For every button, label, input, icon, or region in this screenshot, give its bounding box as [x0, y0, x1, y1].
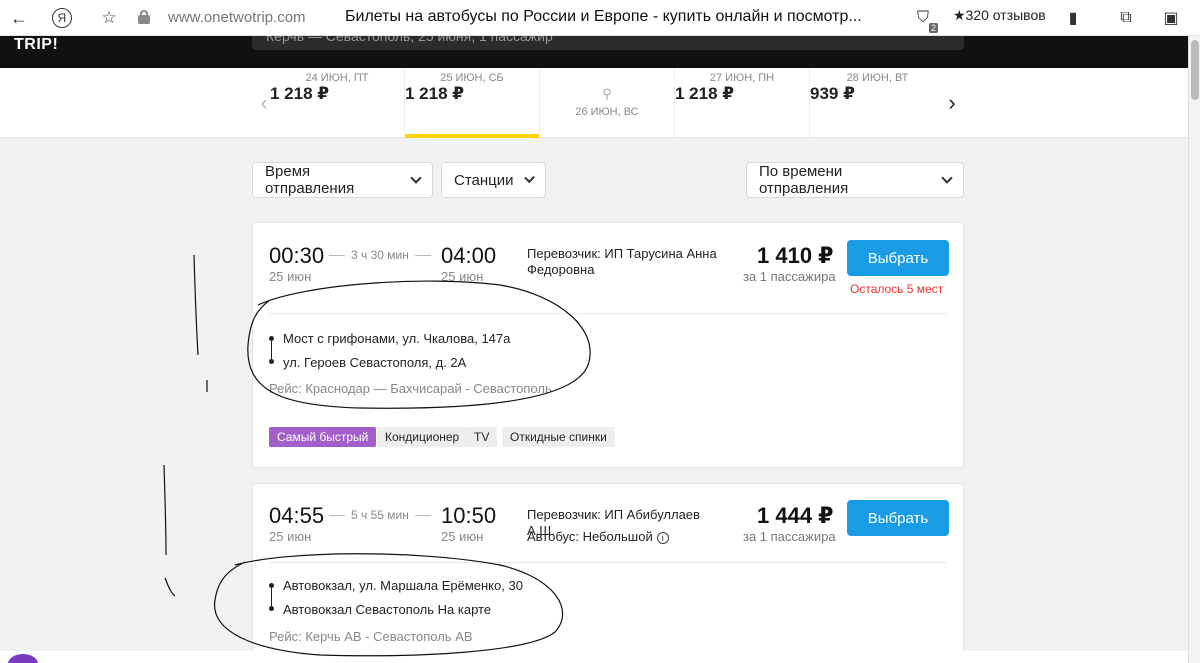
date-label: 28 июн, вт	[846, 72, 909, 84]
page-scrollbar[interactable]	[1188, 36, 1200, 663]
departure-time: 00:30	[269, 243, 325, 268]
arrival-date: 25 июн	[441, 269, 484, 284]
stop-dot	[269, 606, 274, 611]
seats-left-warning: Осталось 5 мест	[850, 282, 944, 296]
arrival-stop: Автовокзал Севастополь На карте	[283, 602, 491, 617]
bookmark-icon[interactable]: ▮	[1062, 7, 1084, 29]
map-link[interactable]: На карте	[438, 602, 491, 617]
departure-date: 25 июн	[269, 269, 312, 284]
chevron-down-icon	[410, 172, 422, 184]
arrival-stop: ул. Героев Севастополя, д. 2А	[283, 355, 467, 370]
amenity-tag: TV	[466, 427, 498, 447]
site-logo[interactable]: TRIP!	[14, 36, 58, 54]
route-info: Рейс: Краснодар — Бахчисарай - Севастопо…	[269, 381, 552, 396]
duration-text: 3 ч 30 мин	[351, 248, 409, 262]
arrival-time: 10:50	[441, 503, 497, 528]
amenity-tag: Кондиционер	[377, 427, 468, 447]
back-arrow-icon[interactable]: ←	[8, 7, 30, 29]
arrival-date: 25 июн	[441, 529, 484, 544]
yandex-icon[interactable]: Я	[52, 8, 72, 28]
sort-label: По времени отправления	[759, 163, 849, 197]
site-header: TRIP! Керчь — Севастополь, 25 июня, 1 па…	[0, 36, 1200, 68]
date-price: 1 218 ₽	[405, 84, 465, 103]
date-tab[interactable]: 1 218 ₽ 27 июн, пн	[675, 68, 810, 138]
search-summary-text: Керчь — Севастополь, 25 июня, 1 пассажир	[266, 36, 553, 44]
filter-label: Станции	[454, 171, 514, 189]
trip-card: 00:30 25 июн 3 ч 30 мин 04:00 25 июн Пер…	[252, 222, 964, 468]
departure-stop: Автовокзал, ул. Маршала Ерёменко, 30	[283, 578, 523, 593]
date-selector: ‹ 1 218 ₽ 24 июн, пт 1 218 ₽ 25 июн, сб …	[0, 68, 1188, 138]
departure-stop: Мост с грифонами, ул. Чкалова, 147а	[283, 331, 511, 346]
select-trip-button[interactable]: Выбрать	[847, 240, 949, 276]
per-passenger-label: за 1 пассажира	[743, 269, 836, 284]
shield-badge: 2	[928, 23, 938, 33]
date-label: 25 июн, сб	[440, 72, 504, 84]
lock-icon	[138, 10, 150, 24]
bottom-bar	[0, 651, 1188, 663]
search-icon: ⚲	[602, 86, 612, 101]
scrollbar-thumb[interactable]	[1191, 40, 1199, 100]
date-tab-active[interactable]: 1 218 ₽ 25 июн, сб	[405, 68, 540, 138]
trip-duration: 3 ч 30 мин	[329, 248, 431, 262]
date-tab[interactable]: 939 ₽ 28 июн, вт	[810, 68, 945, 138]
info-icon[interactable]: i	[656, 532, 669, 544]
fastest-badge: Самый быстрый	[269, 427, 377, 447]
arrival-stop-text: Автовокзал Севастополь	[283, 602, 435, 617]
duration-text: 5 ч 55 мин	[351, 508, 409, 522]
bookmark-star-icon[interactable]: ☆	[98, 7, 120, 29]
filter-label: Время отправления	[265, 163, 355, 197]
bus-type-text: Автобус: Небольшой	[527, 529, 653, 544]
date-price: 1 218 ₽	[270, 84, 330, 103]
search-summary[interactable]: Керчь — Севастополь, 25 июня, 1 пассажир	[252, 36, 964, 50]
arrival-time: 04:00	[441, 243, 497, 268]
trip-price: 1 444 ₽	[757, 503, 834, 528]
amenity-tag: Откидные спинки	[502, 427, 615, 447]
address-bar-url[interactable]: www.onetwotrip.com	[168, 9, 306, 26]
trip-card: 04:55 25 июн 5 ч 55 мин 10:50 25 июн Пер…	[252, 483, 964, 663]
sort-dropdown[interactable]: По времени отправления	[746, 162, 964, 198]
date-tab[interactable]: 1 218 ₽ 24 июн, пт	[270, 68, 405, 138]
date-price: 939 ₽	[810, 84, 855, 103]
per-passenger-label: за 1 пассажира	[743, 529, 836, 544]
trip-price: 1 410 ₽	[757, 243, 834, 268]
date-label: 26 июн, вс	[575, 106, 639, 118]
date-tab[interactable]: ⚲ 26 июн, вс	[540, 68, 675, 138]
date-price: 1 218 ₽	[675, 84, 735, 103]
chevron-down-icon	[941, 172, 953, 184]
carrier-name: Перевозчик: ИП Тарусина Анна Федоровна	[527, 246, 717, 277]
reviews-link[interactable]: ★320 отзывов	[953, 7, 1046, 24]
departure-time-filter[interactable]: Время отправления	[252, 162, 433, 198]
route-info: Рейс: Керчь АВ - Севастополь АВ	[269, 629, 473, 644]
browser-toolbar: ← Я ☆ www.onetwotrip.com Билеты на автоб…	[0, 0, 1200, 36]
next-dates-arrow-icon[interactable]: ›	[942, 90, 962, 116]
departure-time: 04:55	[269, 503, 325, 528]
select-trip-button[interactable]: Выбрать	[847, 500, 949, 536]
stations-filter[interactable]: Станции	[441, 162, 546, 198]
bus-type: Автобус: Небольшой i	[527, 529, 727, 545]
extension-icon[interactable]: ⧉	[1115, 7, 1137, 29]
trip-duration: 5 ч 55 мин	[329, 508, 431, 522]
shield-icon[interactable]: ⛉ 2	[912, 7, 938, 33]
date-label: 27 июн, пн	[709, 72, 775, 84]
extension-icon[interactable]: ▣	[1160, 7, 1182, 29]
stop-dot	[269, 359, 274, 364]
date-label: 24 июн, пт	[305, 72, 369, 84]
chevron-down-icon	[523, 172, 535, 184]
departure-date: 25 июн	[269, 529, 312, 544]
page-title: Билеты на автобусы по России и Европе - …	[345, 8, 862, 25]
